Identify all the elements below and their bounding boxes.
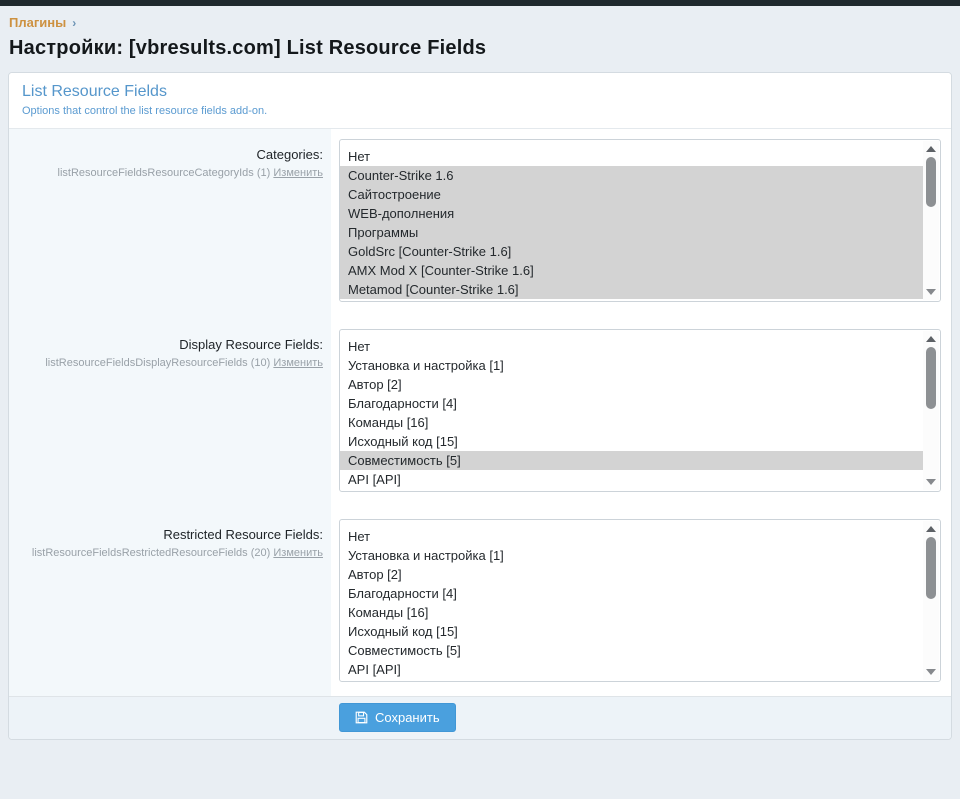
scroll-down-icon[interactable]	[926, 669, 936, 675]
listbox-option[interactable]: Нет	[340, 147, 923, 166]
listbox-option[interactable]: Благодарности [4]	[340, 584, 923, 603]
setting-label: Restricted Resource Fields:	[19, 527, 323, 543]
listbox-option[interactable]: Автор [2]	[340, 375, 923, 394]
listbox-option[interactable]: Установка и настройка [1]	[340, 546, 923, 565]
scrollbar-thumb[interactable]	[926, 537, 936, 599]
setting-row-categories: Categories: listResourceFieldsResourceCa…	[9, 129, 951, 319]
listbox-scrollbar[interactable]	[923, 521, 939, 680]
scrollbar-thumb[interactable]	[926, 347, 936, 409]
setting-varname: listResourceFieldsResourceCategoryIds (1…	[19, 166, 323, 180]
varname-text: listResourceFieldsRestrictedResourceFiel…	[32, 547, 248, 559]
display-fields-listbox[interactable]: НетУстановка и настройка [1]Автор [2]Бла…	[339, 329, 941, 492]
scroll-up-icon[interactable]	[926, 146, 936, 152]
varname-count: (10)	[251, 357, 271, 369]
listbox-option[interactable]: Благодарности [4]	[340, 394, 923, 413]
save-button[interactable]: Сохранить	[339, 703, 456, 732]
setting-control-column: НетУстановка и настройка [1]Автор [2]Бла…	[331, 319, 951, 509]
listbox-option[interactable]: Совместимость [5]	[340, 451, 923, 470]
setting-control-column: НетCounter-Strike 1.6СайтостроениеWEB-до…	[331, 129, 951, 319]
listbox-option[interactable]: Исходный код [15]	[340, 622, 923, 641]
scroll-up-icon[interactable]	[926, 526, 936, 532]
listbox-scrollbar[interactable]	[923, 331, 939, 490]
listbox-option[interactable]: API [API]	[340, 470, 923, 489]
page-title: Настройки: [vbresults.com] List Resource…	[9, 37, 950, 60]
setting-label: Display Resource Fields:	[19, 337, 323, 353]
setting-label-column: Restricted Resource Fields: listResource…	[9, 509, 331, 696]
scroll-up-icon[interactable]	[926, 336, 936, 342]
listbox-option[interactable]: GoldSrc [Counter-Strike 1.6]	[340, 242, 923, 261]
listbox-option[interactable]: Команды [16]	[340, 413, 923, 432]
listbox-option[interactable]: Команды [16]	[340, 603, 923, 622]
scroll-down-icon[interactable]	[926, 479, 936, 485]
setting-row-restricted-fields: Restricted Resource Fields: listResource…	[9, 509, 951, 696]
listbox-option[interactable]: Установка и настройка [1]	[340, 356, 923, 375]
panel-group-subtitle: Options that control the list resource f…	[22, 105, 938, 117]
setting-varname: listResourceFieldsDisplayResourceFields …	[19, 356, 323, 370]
varname-text: listResourceFieldsResourceCategoryIds	[58, 167, 254, 179]
setting-label-column: Categories: listResourceFieldsResourceCa…	[9, 129, 331, 319]
listbox-option[interactable]: Исходный код [15]	[340, 432, 923, 451]
save-button-label: Сохранить	[375, 710, 440, 725]
scrollbar-thumb[interactable]	[926, 157, 936, 207]
edit-link[interactable]: Изменить	[273, 167, 323, 179]
listbox-option[interactable]: Сайтостроение	[340, 185, 923, 204]
breadcrumb-link-plugins[interactable]: Плагины	[9, 15, 66, 30]
listbox-scrollbar[interactable]	[923, 141, 939, 300]
listbox-option[interactable]: Совместимость [5]	[340, 641, 923, 660]
chevron-right-icon: ›	[72, 16, 76, 30]
settings-panel: List Resource Fields Options that contro…	[8, 72, 952, 740]
categories-listbox[interactable]: НетCounter-Strike 1.6СайтостроениеWEB-до…	[339, 139, 941, 302]
scroll-down-icon[interactable]	[926, 289, 936, 295]
listbox-option[interactable]: Metamod [Counter-Strike 1.6]	[340, 280, 923, 299]
edit-link[interactable]: Изменить	[273, 357, 323, 369]
listbox-option[interactable]: Нет	[340, 527, 923, 546]
panel-header: List Resource Fields Options that contro…	[9, 73, 951, 128]
breadcrumb: Плагины ›	[0, 6, 960, 30]
setting-varname: listResourceFieldsRestrictedResourceFiel…	[19, 546, 323, 560]
varname-text: listResourceFieldsDisplayResourceFields	[45, 357, 247, 369]
listbox-option[interactable]: Автор [2]	[340, 565, 923, 584]
panel-footer: Сохранить	[9, 696, 951, 739]
listbox-option[interactable]: Counter-Strike 1.6	[340, 166, 923, 185]
restricted-fields-listbox[interactable]: НетУстановка и настройка [1]Автор [2]Бла…	[339, 519, 941, 682]
panel-group-title: List Resource Fields	[22, 83, 938, 101]
listbox-option[interactable]: AMX Mod X [Counter-Strike 1.6]	[340, 261, 923, 280]
listbox-option[interactable]: Программы	[340, 223, 923, 242]
setting-label-column: Display Resource Fields: listResourceFie…	[9, 319, 331, 509]
floppy-disk-icon	[355, 711, 368, 724]
varname-count: (20)	[251, 547, 271, 559]
settings-list: Categories: listResourceFieldsResourceCa…	[9, 128, 951, 696]
listbox-option[interactable]: WEB-дополнения	[340, 204, 923, 223]
setting-label: Categories:	[19, 147, 323, 163]
edit-link[interactable]: Изменить	[273, 547, 323, 559]
listbox-option[interactable]: Нет	[340, 337, 923, 356]
setting-control-column: НетУстановка и настройка [1]Автор [2]Бла…	[331, 509, 951, 696]
listbox-option[interactable]: API [API]	[340, 660, 923, 679]
setting-row-display-fields: Display Resource Fields: listResourceFie…	[9, 319, 951, 509]
varname-count: (1)	[257, 167, 270, 179]
